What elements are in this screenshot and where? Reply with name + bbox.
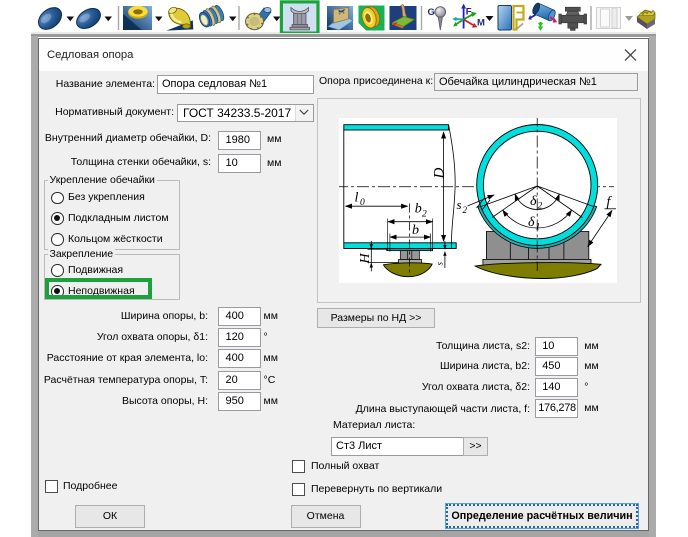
svg-text:δ: δ (528, 215, 535, 230)
svg-text:l: l (355, 190, 359, 205)
svg-text:2: 2 (463, 205, 468, 215)
svg-text:s: s (435, 261, 445, 265)
svg-text:1: 1 (536, 222, 541, 232)
svg-text:G: G (428, 7, 435, 18)
svg-text:D: D (432, 167, 448, 179)
svg-text:0: 0 (360, 198, 365, 208)
svg-text:b: b (415, 201, 422, 216)
svg-text:f: f (607, 194, 613, 209)
svg-text:M: M (477, 18, 485, 29)
svg-text:2: 2 (538, 201, 543, 211)
svg-text:s: s (457, 197, 462, 212)
svg-text:δ: δ (530, 194, 537, 209)
svg-text:b: b (412, 222, 419, 237)
svg-text:F: F (466, 7, 472, 18)
svg-text:2: 2 (422, 209, 427, 219)
svg-text:H: H (358, 252, 373, 264)
